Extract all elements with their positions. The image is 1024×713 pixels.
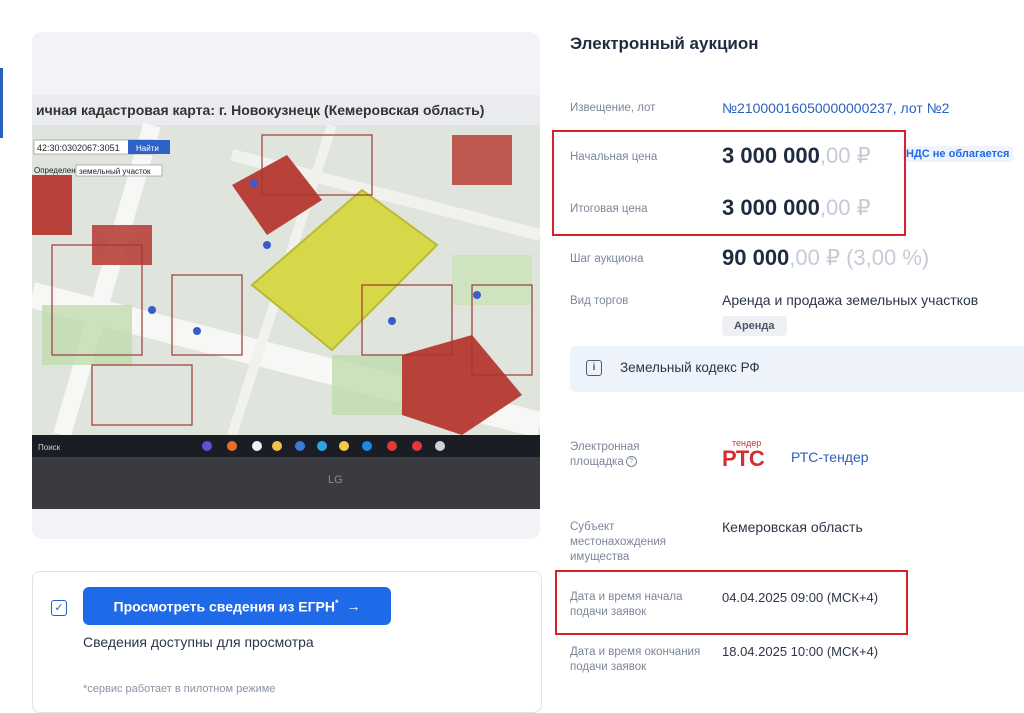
view-egrn-button[interactable]: Просмотреть сведения из ЕГРН* → xyxy=(83,587,391,625)
notice-link[interactable]: №21000016050000000237, лот №2 xyxy=(722,100,949,116)
egrn-checkbox-icon: ✓ xyxy=(51,600,67,616)
map-search-value: 42:30:0302067:3051 xyxy=(37,143,120,153)
rts-logo: тендер РТС xyxy=(722,438,770,471)
egrn-button-label: Просмотреть сведения из ЕГРН xyxy=(113,598,335,615)
trade-type-value: Аренда и продажа земельных участков xyxy=(722,292,979,308)
trade-type-label: Вид торгов xyxy=(570,295,629,307)
subject-label: Субъект местонахождения имущества xyxy=(570,520,666,565)
rts-logo-big: РТС xyxy=(722,446,765,471)
date-highlight-box xyxy=(555,570,908,635)
info-icon: i xyxy=(586,360,602,376)
auction-type-title: Электронный аукцион xyxy=(570,34,759,53)
cadastral-map-photo[interactable]: ичная кадастровая карта: г. Новокузнецк … xyxy=(32,95,540,509)
platform-link[interactable]: РТС-тендер xyxy=(791,449,869,465)
egrn-available-text: Сведения доступны для просмотра xyxy=(83,634,314,650)
notice-label: Извещение, лот xyxy=(570,102,656,114)
price-highlight-box xyxy=(552,130,906,236)
platform-label-line2: площадка xyxy=(570,456,624,468)
law-info-box: i Земельный кодекс РФ xyxy=(570,346,1024,392)
vat-badge: НДС не облагается xyxy=(902,146,1014,162)
step-amount: 90 000 xyxy=(722,245,790,270)
left-edge-tab[interactable] xyxy=(0,68,3,138)
end-date-label-line1: Дата и время окончания xyxy=(570,646,701,658)
arrow-right-icon: → xyxy=(346,598,361,614)
step-cents: ,00 ₽ (3,00 %) xyxy=(789,245,930,270)
end-date-value: 18.04.2025 10:00 (МСК+4) xyxy=(722,644,879,659)
law-text: Земельный кодекс РФ xyxy=(620,360,760,375)
map-definition-select: земельный участок xyxy=(79,167,151,176)
rent-badge: Аренда xyxy=(722,316,787,336)
subject-value: Кемеровская область xyxy=(722,519,863,535)
egrn-button-sup: * xyxy=(334,597,339,608)
subject-label-line3: имущества xyxy=(570,551,630,563)
map-title: ичная кадастровая карта: г. Новокузнецк … xyxy=(36,102,484,118)
egrn-card: ✓ Просмотреть сведения из ЕГРН* → Сведен… xyxy=(32,571,542,713)
subject-label-line1: Субъект xyxy=(570,521,615,533)
step-label: Шаг аукциона xyxy=(570,253,644,265)
platform-label: Электронная площадка? xyxy=(570,440,640,470)
map-search-button: Найти xyxy=(136,144,159,153)
monitor-brand: LG xyxy=(328,474,343,486)
end-date-label: Дата и время окончания подачи заявок xyxy=(570,645,700,675)
egrn-pilot-note: *сервис работает в пилотном режиме xyxy=(83,683,276,695)
map-photo-drawing: ичная кадастровая карта: г. Новокузнецк … xyxy=(32,95,540,509)
subject-label-line2: местонахождения xyxy=(570,536,667,548)
step-value: 90 000,00 ₽ (3,00 %) xyxy=(722,245,929,271)
platform-label-line1: Электронная xyxy=(570,441,640,453)
taskbar-search: Поиск xyxy=(38,443,61,452)
help-icon[interactable]: ? xyxy=(625,456,637,468)
photo-gallery[interactable]: ичная кадастровая карта: г. Новокузнецк … xyxy=(32,32,540,539)
end-date-label-line2: подачи заявок xyxy=(570,661,647,673)
